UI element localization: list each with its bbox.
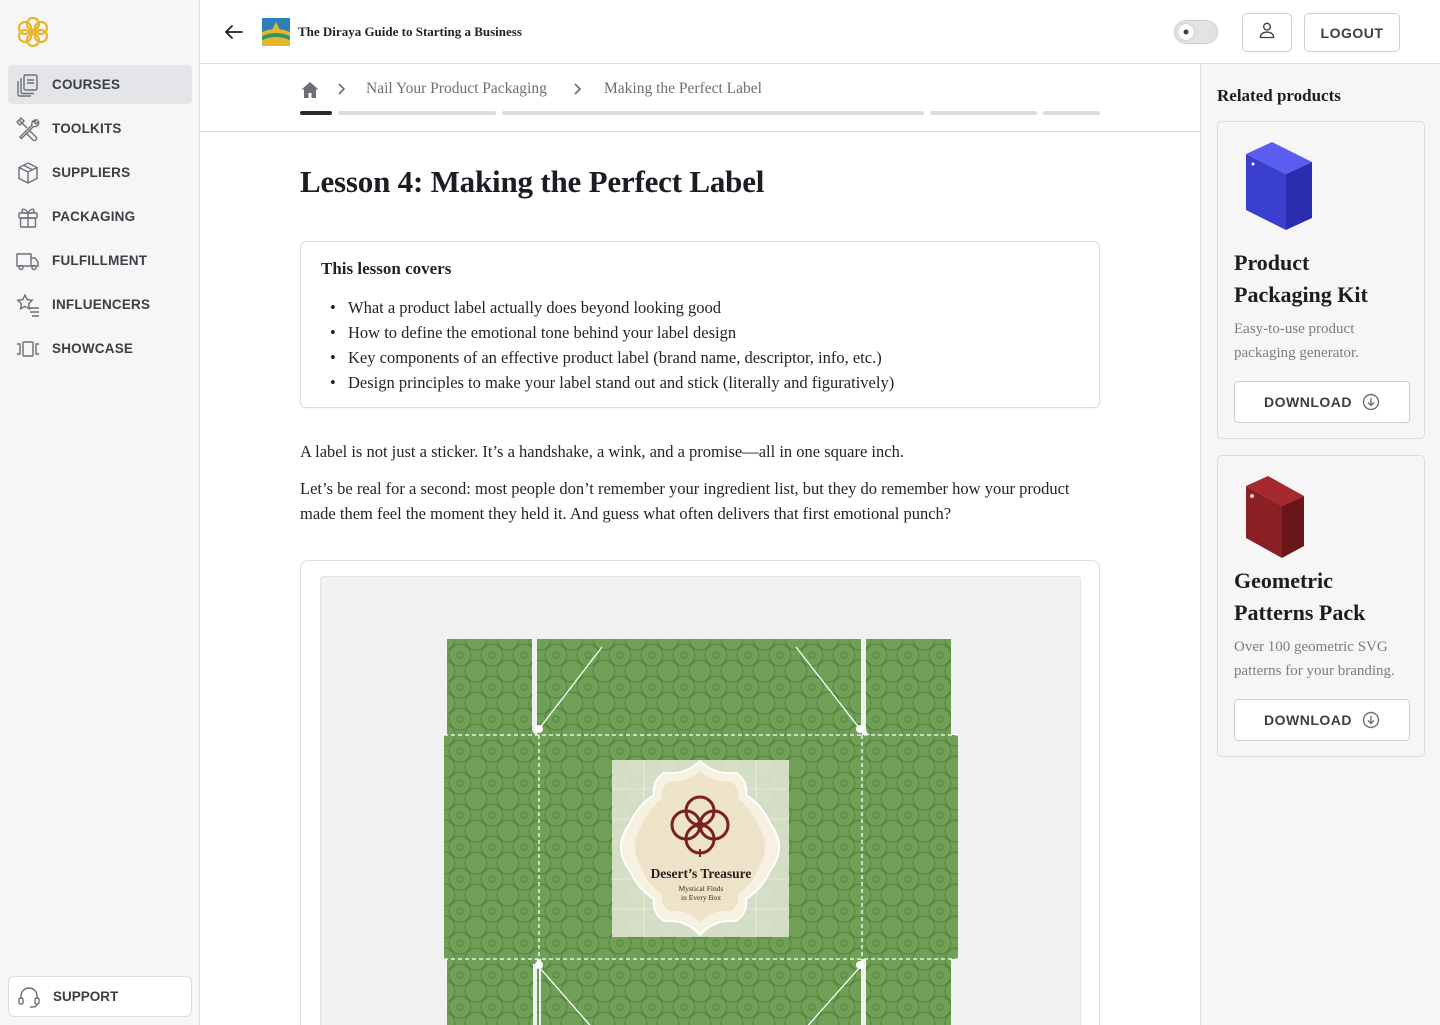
list-item: Design principles to make your label sta… (321, 370, 894, 395)
product-description: patterns for your branding. (1234, 663, 1395, 679)
chevron-right-icon (570, 82, 584, 96)
breadcrumb-item[interactable]: Nail Your Product Packaging (366, 80, 547, 98)
user-icon (1257, 20, 1277, 45)
download-label: DOWNLOAD (1264, 394, 1352, 410)
lesson-title: Lesson 4: Making the Perfect Label (300, 164, 765, 199)
sidebar-item-packaging[interactable]: PACKAGING (8, 197, 192, 236)
toolkits-icon (16, 116, 40, 141)
theme-toggle[interactable] (1174, 20, 1218, 44)
product-description: Easy-to-use product (1234, 321, 1355, 337)
breadcrumb-item[interactable]: Making the Perfect Label (604, 80, 762, 98)
showcase-icon (16, 337, 40, 361)
sidebar-item-label: TOOLKITS (52, 121, 122, 136)
sidebar-item-label: PACKAGING (52, 209, 136, 224)
brand-tagline: in Every Box (681, 893, 721, 902)
paragraph: Let’s be real for a second: most people … (300, 479, 1070, 523)
product-box-image (1242, 474, 1322, 569)
brand-name: Desert’s Treasure (650, 866, 752, 881)
label-figure: Desert’s Treasure Mystical Finds in Ever… (300, 560, 1100, 1025)
progress-segment (1043, 111, 1100, 115)
progress-segment (338, 111, 496, 115)
top-header: The Diraya Guide to Starting a Business … (200, 0, 1440, 64)
logout-button[interactable]: LOGOUT (1304, 13, 1400, 52)
list-item: What a product label actually does beyon… (321, 295, 894, 320)
download-circle-icon (1362, 393, 1380, 411)
book-cover-icon (262, 18, 290, 46)
sidebar-nav: COURSES TOOLKITS SUPPLIERS PACKAGING FUL… (8, 65, 192, 373)
product-description: packaging generator. (1234, 345, 1359, 361)
product-title: Product (1234, 250, 1310, 275)
courses-icon (16, 73, 40, 97)
covers-title: This lesson covers (321, 259, 452, 278)
fulfillment-icon (16, 249, 40, 273)
product-card: Product Packaging Kit Easy-to-use produc… (1217, 121, 1425, 439)
download-button[interactable]: DOWNLOAD (1234, 381, 1410, 423)
sidebar-item-label: SUPPLIERS (52, 165, 131, 180)
related-products-panel: Related products Product Packaging Kit E… (1200, 64, 1440, 1025)
sidebar-item-showcase[interactable]: SHOWCASE (8, 329, 192, 368)
sidebar-item-suppliers[interactable]: SUPPLIERS (8, 153, 192, 192)
sidebar-item-label: INFLUENCERS (52, 297, 151, 312)
influencers-icon (16, 292, 40, 317)
flower-logo-icon[interactable] (16, 15, 50, 49)
related-products-title: Related products (1217, 86, 1341, 105)
progress-segment (300, 111, 332, 115)
book-title: The Diraya Guide to Starting a Business (298, 24, 522, 39)
product-description: Over 100 geometric SVG (1234, 639, 1388, 655)
sidebar-item-courses[interactable]: COURSES (8, 65, 192, 104)
product-title: Packaging Kit (1234, 282, 1368, 307)
product-title: Geometric (1234, 568, 1333, 593)
support-button[interactable]: SUPPORT (8, 976, 192, 1017)
chevron-right-icon (334, 82, 348, 96)
sidebar-item-toolkits[interactable]: TOOLKITS (8, 109, 192, 148)
sidebar-item-label: SHOWCASE (52, 341, 134, 356)
download-circle-icon (1362, 711, 1380, 729)
product-card: Geometric Patterns Pack Over 100 geometr… (1217, 455, 1425, 757)
suppliers-icon (16, 161, 40, 185)
user-profile-button[interactable] (1242, 13, 1292, 52)
product-title: Patterns Pack (1234, 600, 1366, 625)
list-item: Key components of an effective product l… (321, 345, 894, 370)
headset-icon (17, 985, 41, 1009)
figure-canvas: Desert’s Treasure Mystical Finds in Ever… (320, 576, 1081, 1025)
sidebar-item-fulfillment[interactable]: FULFILLMENT (8, 241, 192, 280)
main-content: Nail Your Product Packaging Making the P… (200, 64, 1200, 1025)
support-label: SUPPORT (53, 989, 119, 1004)
progress-segment (502, 111, 924, 115)
sun-icon (1177, 23, 1195, 41)
download-label: DOWNLOAD (1264, 712, 1352, 728)
back-arrow-icon[interactable] (222, 20, 246, 44)
paragraph: A label is not just a sticker. It’s a ha… (300, 442, 904, 461)
sidebar: COURSES TOOLKITS SUPPLIERS PACKAGING FUL… (0, 0, 200, 1025)
progress-segment (930, 111, 1037, 115)
box-dieline-image: Desert’s Treasure Mystical Finds in Ever… (444, 639, 958, 1025)
packaging-icon (16, 205, 40, 229)
covers-list: What a product label actually does beyon… (321, 295, 894, 395)
sidebar-item-influencers[interactable]: INFLUENCERS (8, 285, 192, 324)
list-item: How to define the emotional tone behind … (321, 320, 894, 345)
download-button[interactable]: DOWNLOAD (1234, 699, 1410, 741)
sidebar-item-label: FULFILLMENT (52, 253, 148, 268)
lesson-covers-box: This lesson covers What a product label … (300, 241, 1100, 408)
sidebar-item-label: COURSES (52, 77, 121, 92)
home-icon[interactable] (300, 80, 320, 100)
product-box-image (1242, 140, 1322, 235)
brand-tagline: Mystical Finds (678, 884, 724, 893)
breadcrumb: Nail Your Product Packaging Making the P… (200, 64, 1200, 132)
